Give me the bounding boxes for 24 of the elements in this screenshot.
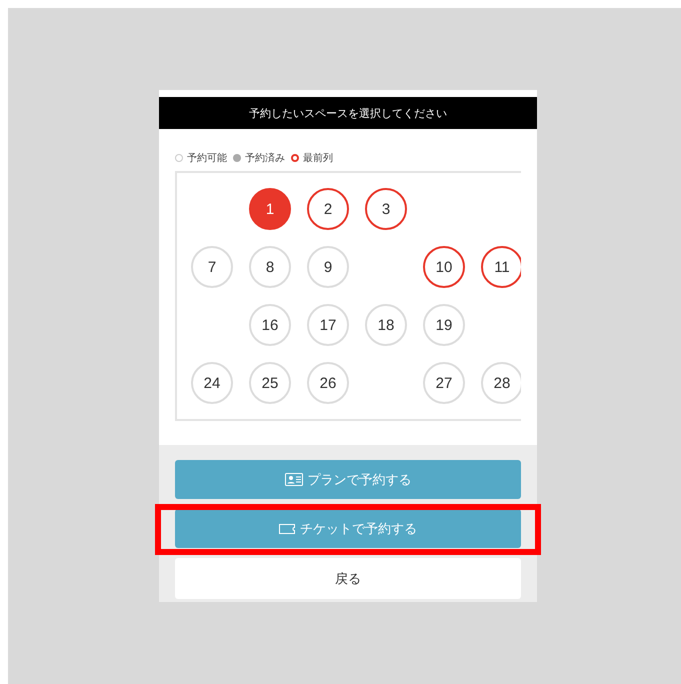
seat[interactable]: 1 xyxy=(249,188,291,230)
seat[interactable]: 27 xyxy=(423,362,465,404)
legend-label: 最前列 xyxy=(303,152,333,165)
seat[interactable]: 2 xyxy=(307,188,349,230)
seat[interactable]: 26 xyxy=(307,362,349,404)
seat[interactable]: 8 xyxy=(249,246,291,288)
id-card-icon xyxy=(284,473,302,486)
seat[interactable]: 10 xyxy=(423,246,465,288)
seat[interactable]: 9 xyxy=(307,246,349,288)
seat[interactable]: 7 xyxy=(191,246,233,288)
legend-label: 予約済み xyxy=(245,152,285,165)
seat[interactable]: 18 xyxy=(365,304,407,346)
seat[interactable]: 25 xyxy=(249,362,291,404)
seat[interactable]: 3 xyxy=(365,188,407,230)
seat[interactable]: 11 xyxy=(481,246,521,288)
seat[interactable]: 17 xyxy=(307,304,349,346)
header-title: 予約したいスペースを選択してください xyxy=(159,97,537,129)
ticket-icon xyxy=(279,524,295,534)
seat[interactable]: 28 xyxy=(481,362,521,404)
legend-label: 予約可能 xyxy=(187,152,227,165)
seat[interactable]: 24 xyxy=(191,362,233,404)
back-button[interactable]: 戻る xyxy=(175,558,521,599)
seat[interactable]: 19 xyxy=(423,304,465,346)
seat[interactable]: 16 xyxy=(249,304,291,346)
